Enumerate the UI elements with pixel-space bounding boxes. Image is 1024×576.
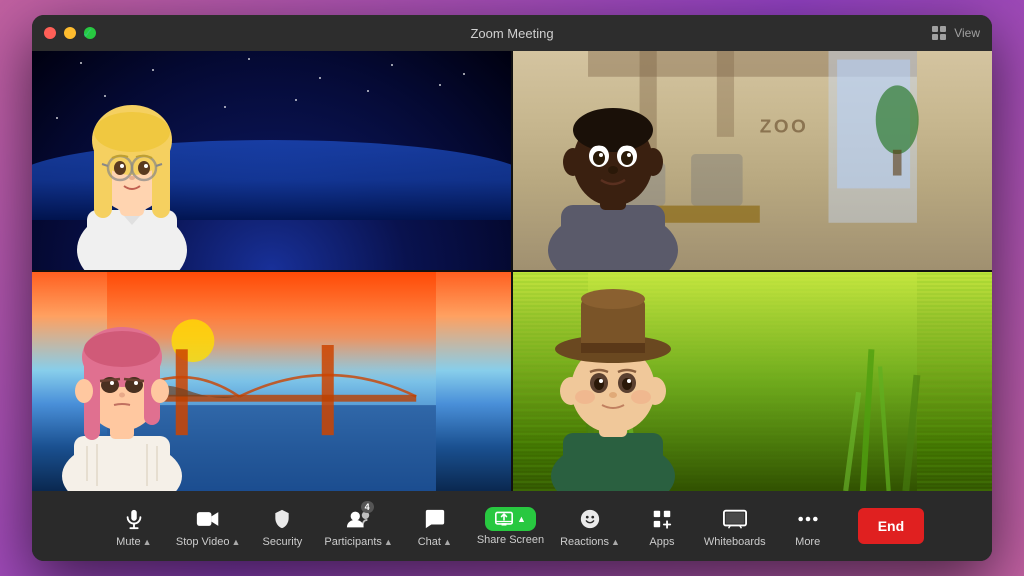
more-icon [797, 505, 819, 533]
toolbar: Mute ▲ Stop Video ▲ [32, 491, 992, 561]
participants-label: Participants [324, 536, 381, 548]
avatar-3 [32, 272, 212, 491]
video-cell-2[interactable]: ZOO [513, 51, 992, 270]
more-label: More [795, 536, 820, 548]
security-label: Security [263, 536, 303, 548]
reactions-label: Reactions [560, 536, 609, 548]
svg-text:ZOO: ZOO [760, 117, 809, 138]
share-screen-icon-container: ▲ [485, 507, 536, 531]
zoom-window: ✓ Zoom Meeting View [32, 15, 992, 561]
whiteboards-label: Whiteboards [704, 536, 766, 548]
grid-icon [932, 26, 946, 40]
chat-icon [424, 505, 446, 533]
window-title: Zoom Meeting [470, 26, 553, 41]
apps-label: Apps [649, 536, 674, 548]
security-button[interactable]: Security [248, 496, 316, 556]
chat-arrow: ▲ [443, 537, 452, 547]
mic-icon [123, 505, 145, 533]
stop-video-button[interactable]: Stop Video ▲ [168, 496, 249, 556]
close-button[interactable] [44, 27, 56, 39]
apps-icon [651, 505, 673, 533]
video-icon [196, 505, 220, 533]
chat-label: Chat [418, 536, 441, 548]
title-bar: ✓ Zoom Meeting View [32, 15, 992, 51]
whiteboards-icon [723, 505, 747, 533]
chat-button[interactable]: Chat ▲ [401, 496, 469, 556]
mute-label: Mute [116, 536, 140, 548]
more-button[interactable]: More [774, 496, 842, 556]
video-cell-3[interactable] [32, 272, 511, 491]
reactions-icon [579, 505, 601, 533]
minimize-button[interactable] [64, 27, 76, 39]
security-shield-icon: ✓ [82, 25, 94, 42]
video-cell-1[interactable] [32, 51, 511, 270]
reactions-button[interactable]: Reactions ▲ [552, 496, 628, 556]
share-screen-button[interactable]: ▲ Share Screen [469, 496, 552, 556]
mute-button[interactable]: Mute ▲ [100, 496, 168, 556]
avatar-1 [32, 51, 232, 270]
mute-arrow: ▲ [143, 537, 152, 547]
view-button[interactable]: View [932, 26, 980, 40]
stop-video-arrow: ▲ [231, 537, 240, 547]
stop-video-label: Stop Video [176, 536, 230, 548]
end-button[interactable]: End [858, 508, 924, 544]
avatar-4 [513, 272, 713, 491]
view-label: View [954, 26, 980, 40]
video-cell-4[interactable] [513, 272, 992, 491]
participants-badge: 4 [361, 501, 374, 513]
participants-icon: 4 [346, 505, 372, 533]
share-screen-arrow: ▲ [517, 514, 526, 524]
video-grid: ZOO [32, 51, 992, 491]
participants-arrow: ▲ [384, 537, 393, 547]
security-icon [272, 505, 292, 533]
reactions-arrow: ▲ [611, 537, 620, 547]
participants-button[interactable]: 4 Participants ▲ [316, 496, 400, 556]
share-screen-label: Share Screen [477, 534, 544, 546]
avatar-2 [513, 51, 713, 270]
whiteboards-button[interactable]: Whiteboards [696, 496, 774, 556]
apps-button[interactable]: Apps [628, 496, 696, 556]
